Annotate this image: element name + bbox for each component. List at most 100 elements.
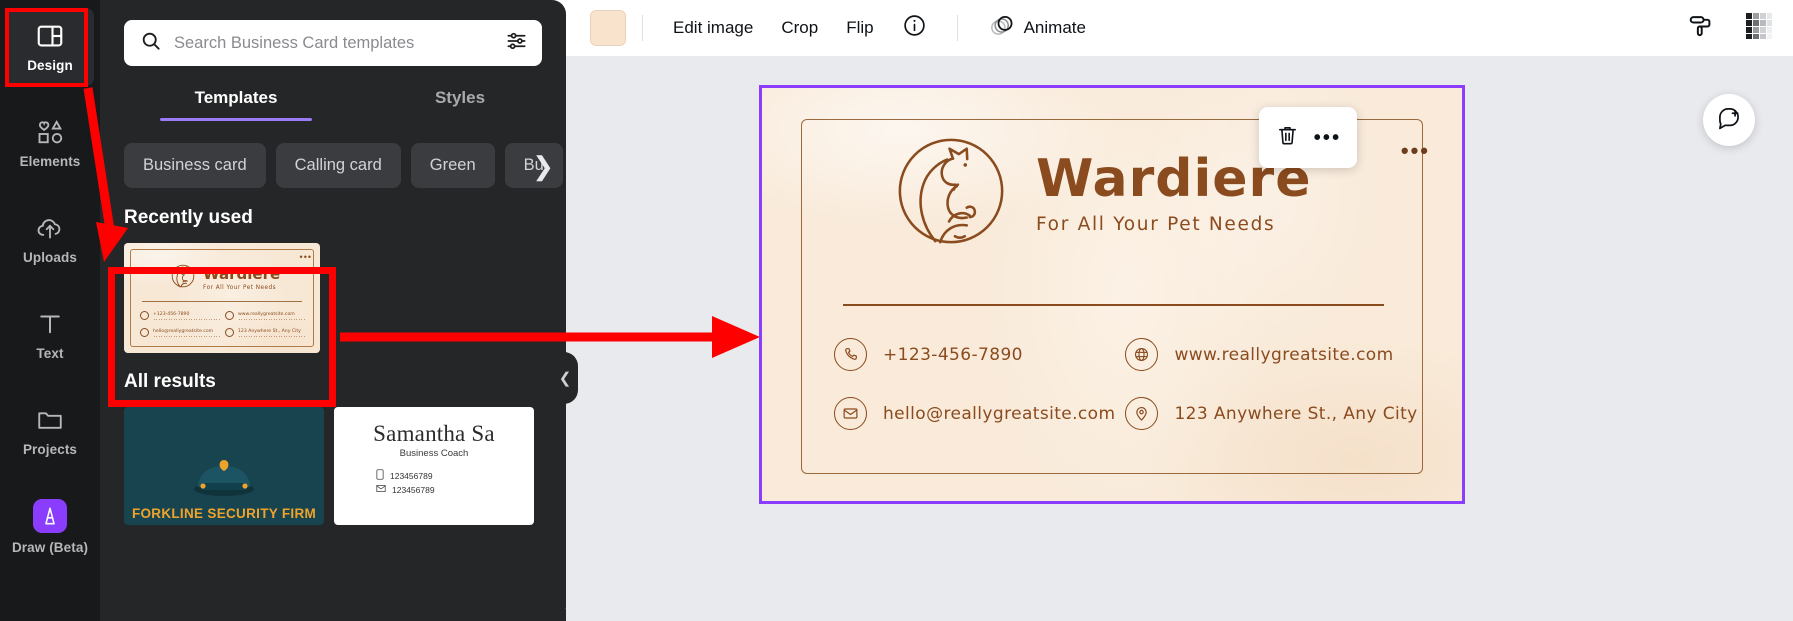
sidebar-item-design[interactable]: Design: [6, 8, 94, 86]
canvas-area[interactable]: ••• Wardiere For All Your Pet Needs +123…: [566, 56, 1793, 621]
thumbnail-email: hello@reallygreatsite.com: [153, 328, 214, 334]
element-context-toolbar: •••: [1259, 107, 1357, 168]
search-box[interactable]: [124, 20, 542, 66]
animate-button[interactable]: Animate: [974, 4, 1100, 52]
chevron-left-icon: ❮: [558, 370, 572, 387]
design-more-icon[interactable]: •••: [1401, 140, 1430, 162]
top-toolbar: Edit image Crop Flip Animate: [566, 0, 1793, 56]
toolbar-divider: [642, 15, 643, 41]
flip-button[interactable]: Flip: [832, 10, 887, 46]
left-icon-rail: Design Elements Uploads Text Projects Dr…: [0, 0, 100, 621]
phone-icon: [140, 311, 149, 320]
card-contacts: +123-456-7890 www.reallygreatsite.com he…: [834, 338, 1417, 430]
sidebar-label-design: Design: [27, 58, 73, 73]
templates-panel: Templates Styles Business card Calling c…: [100, 0, 566, 621]
info-button[interactable]: [888, 5, 941, 51]
all-results-title: All results: [124, 371, 216, 392]
edit-image-button[interactable]: Edit image: [659, 10, 767, 46]
more-horizontal-icon[interactable]: •••: [1314, 128, 1342, 148]
thumbnail-business-card: Wardiere For All Your Pet Needs +123-456…: [124, 243, 320, 353]
contact-phone-text: +123-456-7890: [883, 344, 1023, 365]
search-icon: [140, 30, 162, 57]
contact-phone: +123-456-7890: [834, 338, 1115, 371]
contact-email-text: hello@reallygreatsite.com: [883, 403, 1116, 424]
sliders-icon[interactable]: [505, 29, 528, 57]
delete-button[interactable]: [1275, 123, 1300, 153]
animate-circles-icon: [988, 12, 1015, 44]
thumbnail-dotline: [238, 335, 306, 337]
all-results-grid: FORKLINE SECURITY FIRM Samantha Sa Busin…: [100, 393, 566, 525]
comment-plus-icon: [1716, 105, 1742, 136]
contact-email: hello@reallygreatsite.com: [834, 397, 1115, 430]
envelope-icon: [834, 397, 867, 430]
location-pin-icon: [225, 328, 234, 337]
thumbnail-phone: +123-456-7890: [153, 311, 190, 317]
result-card-forkline[interactable]: FORKLINE SECURITY FIRM: [124, 407, 324, 525]
folder-icon: [35, 405, 65, 435]
result-person-role: Business Coach: [399, 448, 469, 459]
tab-templates[interactable]: Templates: [124, 88, 348, 121]
editor-area: Edit image Crop Flip Animate ••• Wardier…: [566, 0, 1793, 621]
thumbnail-tagline: For All Your Pet Needs: [203, 284, 277, 291]
thumbnail-divider: [142, 301, 302, 302]
color-swatch-button[interactable]: [590, 10, 626, 46]
pet-cat-circle-icon: [170, 263, 196, 294]
list-item: 123456789: [376, 484, 534, 497]
sidebar-item-draw[interactable]: Draw (Beta): [6, 488, 94, 566]
result-card-samantha[interactable]: Samantha Sa Business Coach 123456789 123…: [334, 407, 534, 525]
recently-used-title: Recently used: [124, 207, 253, 228]
contact-address-text: 123 Anywhere St., Any City: [1174, 403, 1418, 424]
police-cap-icon: [188, 453, 260, 502]
thumbnail-dotline: [153, 318, 221, 320]
thumbnail-dotline: [238, 318, 306, 320]
trash-icon: [1275, 123, 1300, 153]
sidebar-label-uploads: Uploads: [23, 250, 77, 265]
add-comment-button[interactable]: [1703, 94, 1755, 146]
sidebar-item-projects[interactable]: Projects: [6, 392, 94, 470]
panel-bottom-strip: [100, 609, 566, 621]
crop-button[interactable]: Crop: [767, 10, 832, 46]
chip-calling-card[interactable]: Calling card: [275, 143, 401, 188]
chip-green[interactable]: Green: [410, 143, 495, 188]
recent-template-thumbnail[interactable]: Wardiere For All Your Pet Needs +123-456…: [124, 243, 320, 353]
filter-chip-row: Business card Calling card Green Bu ❯: [100, 121, 566, 191]
envelope-icon: [140, 328, 149, 337]
globe-icon: [1125, 338, 1159, 371]
more-horizontal-icon[interactable]: •••: [300, 253, 312, 262]
cloud-upload-icon: [35, 213, 65, 243]
result-email: 123456789: [392, 485, 435, 495]
transparency-button[interactable]: [1745, 12, 1773, 45]
sidebar-label-draw: Draw (Beta): [11, 540, 89, 555]
sidebar-item-elements[interactable]: Elements: [6, 104, 94, 182]
contact-address: 123 Anywhere St., Any City: [1125, 397, 1417, 430]
result-contact-list: 123456789 123456789: [376, 469, 534, 497]
card-tagline: For All Your Pet Needs: [1036, 213, 1276, 235]
thumbnail-dotline: [153, 335, 221, 337]
paint-roller-button[interactable]: [1687, 12, 1715, 45]
paint-roller-icon: [1687, 12, 1715, 45]
card-divider: [843, 304, 1384, 306]
result-card-title: FORKLINE SECURITY FIRM: [131, 506, 317, 521]
result-person-name: Samantha Sa: [373, 421, 495, 446]
envelope-icon: [376, 484, 386, 497]
info-circle-icon: [902, 13, 927, 43]
list-item: 123456789: [376, 469, 534, 484]
panel-collapse-handle[interactable]: ❮: [552, 352, 578, 404]
chip-business-card[interactable]: Business card: [124, 143, 266, 188]
search-section: [100, 0, 566, 66]
selected-design-canvas[interactable]: ••• Wardiere For All Your Pet Needs +123…: [759, 85, 1465, 504]
thumbnail-address: 123 Anywhere St., Any City: [238, 328, 301, 334]
canva-editor-window: Design Elements Uploads Text Projects Dr…: [0, 0, 1793, 621]
sidebar-item-text[interactable]: Text: [6, 296, 94, 374]
tab-styles[interactable]: Styles: [348, 88, 572, 121]
chevron-right-icon[interactable]: ❯: [532, 153, 554, 179]
sidebar-item-uploads[interactable]: Uploads: [6, 200, 94, 278]
search-input[interactable]: [174, 33, 493, 53]
mobile-icon: [376, 469, 384, 484]
result-phone: 123456789: [390, 471, 433, 481]
thumbnail-website: www.reallygreatsite.com: [238, 311, 295, 317]
text-t-icon: [35, 309, 65, 339]
panel-tabs: Templates Styles: [100, 88, 566, 121]
pet-cat-circle-icon: [892, 132, 1010, 255]
globe-icon: [225, 311, 234, 320]
